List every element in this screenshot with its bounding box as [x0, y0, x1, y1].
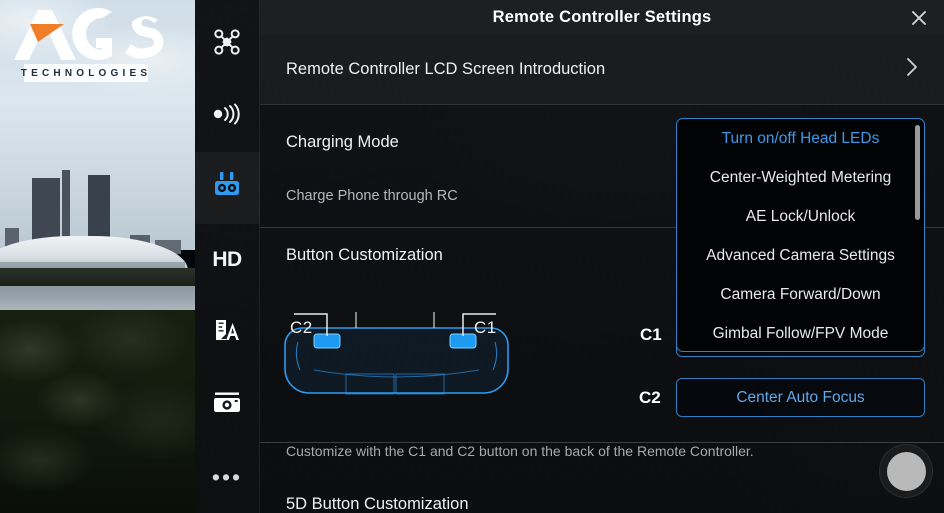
chevron-right-icon — [904, 56, 920, 83]
sidebar-item-aircraft[interactable] — [195, 8, 260, 80]
logo-tagline: TECHNOLOGIES — [21, 64, 148, 82]
drone-app-screen: TECHNOLOGIES HD ••• Remote Controller Se… — [0, 0, 944, 513]
sidebar-item-remote-controller[interactable] — [194, 152, 260, 225]
c2-key-label: C2 — [639, 388, 661, 407]
sidebar-item-signal[interactable] — [195, 80, 260, 152]
signal-waves-icon — [211, 103, 243, 130]
lcd-intro-label: Remote Controller LCD Screen Introductio… — [286, 60, 606, 78]
fa-icon — [213, 317, 241, 348]
close-button[interactable] — [906, 5, 932, 31]
drone-icon — [213, 28, 241, 61]
diagram-label-c2: C2 — [290, 318, 313, 337]
tree-canopy — [0, 310, 195, 513]
remote-controller-icon — [211, 171, 243, 206]
shoreline — [0, 268, 195, 286]
sidebar-item-video-quality[interactable]: HD — [195, 224, 260, 296]
camera-icon — [212, 389, 242, 420]
c1-assignment-dropdown[interactable]: Turn on/off Head LEDs Center-Weighted Me… — [676, 118, 925, 352]
shutter-button[interactable] — [880, 445, 932, 497]
c1-key-label: C1 — [640, 325, 662, 344]
panel-header: Remote Controller Settings — [260, 0, 944, 35]
sidebar-item-more[interactable]: ••• — [195, 441, 260, 513]
dropdown-option[interactable]: Advanced Camera Settings — [677, 236, 924, 275]
dropdown-option[interactable]: Turn on/off Head LEDs — [677, 119, 924, 158]
page-title: Remote Controller Settings — [492, 8, 712, 26]
sidebar-rail: HD ••• — [194, 0, 260, 513]
button-customization-note: Customize with the C1 and C2 button on t… — [286, 443, 754, 459]
sidebar-item-focus-assist[interactable] — [195, 297, 260, 369]
dropdown-option[interactable]: Center-Weighted Metering — [677, 158, 924, 197]
lcd-screen-introduction-row[interactable]: Remote Controller LCD Screen Introductio… — [260, 35, 944, 105]
ags-logo: TECHNOLOGIES — [8, 6, 168, 84]
c2-assignment-value: Center Auto Focus — [736, 388, 865, 406]
five-d-button-title: 5D Button Customization — [286, 495, 469, 513]
ellipsis-icon: ••• — [211, 463, 243, 490]
hd-icon: HD — [212, 248, 242, 272]
dropdown-option[interactable]: AE Lock/Unlock — [677, 197, 924, 236]
shutter-inner-circle — [886, 451, 926, 491]
dropdown-option[interactable]: Camera Forward/Down — [677, 275, 924, 314]
diagram-label-c1: C1 — [474, 318, 497, 337]
dropdown-option[interactable]: Gimbal Follow/FPV Mode — [677, 314, 924, 351]
dropdown-scrollbar[interactable] — [915, 125, 920, 220]
c2-assignment-select[interactable]: Center Auto Focus — [676, 378, 925, 417]
sidebar-item-camera[interactable] — [195, 369, 260, 441]
